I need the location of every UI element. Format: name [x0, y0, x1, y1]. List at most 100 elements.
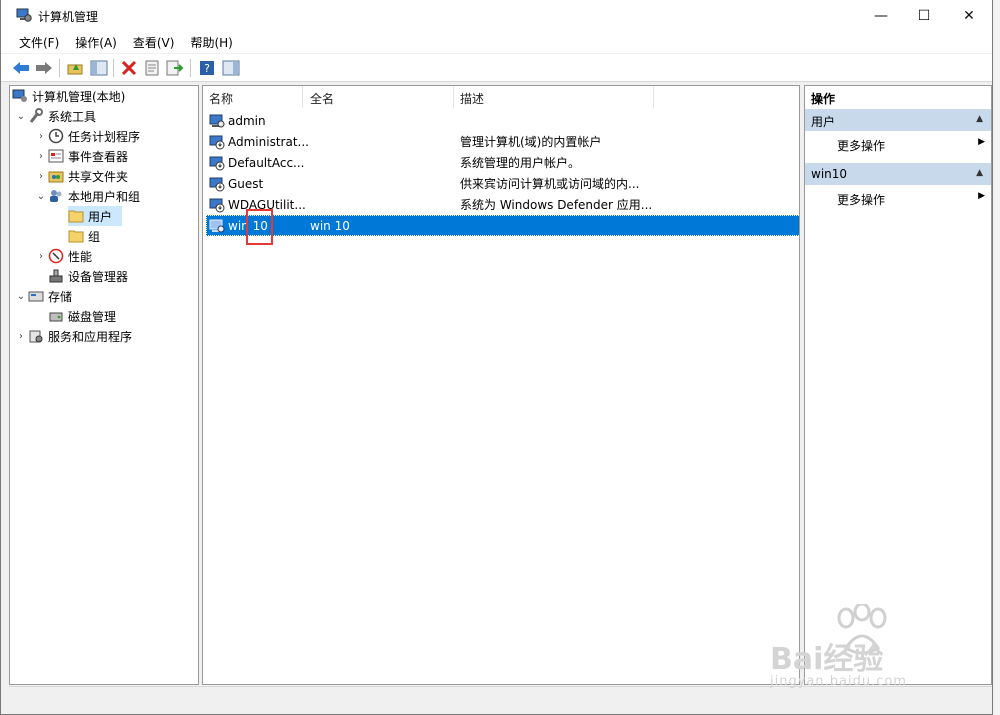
section-label: 用户: [811, 115, 836, 129]
baidu-jingyan-watermark: Bai经验 jingyan.baidu.com: [770, 604, 950, 694]
show-hide-console-tree-icon[interactable]: [89, 58, 109, 78]
tree-label: 计算机管理(本地): [32, 89, 126, 104]
forward-arrow-icon[interactable]: [34, 58, 54, 78]
toolbar: ?: [1, 54, 992, 82]
tree-item-shared-folders[interactable]: › 共享文件夹: [34, 166, 128, 186]
disabled-user-icon: [209, 198, 225, 212]
menu-view[interactable]: 查看(V): [125, 31, 183, 53]
disabled-user-icon: [209, 177, 225, 191]
tree-item-device-manager[interactable]: 设备管理器: [48, 266, 128, 286]
list-item[interactable]: Administrat... 管理计算机(域)的内置帐户: [206, 131, 799, 152]
export-list-icon[interactable]: [165, 58, 185, 78]
tree-item-performance[interactable]: › 性能: [34, 246, 92, 266]
performance-icon: [48, 248, 64, 264]
tree-label: 本地用户和组: [68, 189, 141, 204]
column-header-description[interactable]: 描述: [454, 86, 654, 108]
up-folder-icon[interactable]: [65, 58, 85, 78]
watermark-brand: Bai经验: [770, 642, 884, 677]
list-item[interactable]: Guest 供来宾访问计算机或访问域的内...: [206, 173, 799, 194]
tree-label: 组: [88, 229, 101, 244]
tree-label: 存储: [48, 289, 73, 304]
submenu-arrow-icon: ▶: [978, 137, 985, 147]
more-actions-win10[interactable]: 更多操作 ▶: [805, 187, 991, 209]
list-item[interactable]: admin: [206, 110, 799, 131]
device-manager-icon: [48, 268, 64, 284]
tree-item-storage[interactable]: ⌄ 存储: [14, 286, 72, 306]
tree-label: 事件查看器: [68, 149, 129, 164]
chevron-down-icon[interactable]: ⌄: [34, 191, 48, 202]
action-pane-header: 操作: [811, 92, 836, 106]
column-header-fullname[interactable]: 全名: [304, 86, 454, 108]
action-section-users[interactable]: 用户 ▲: [805, 109, 991, 131]
tree-item-task-scheduler[interactable]: › 任务计划程序: [34, 126, 140, 146]
chevron-down-icon[interactable]: ⌄: [14, 111, 28, 122]
users-list-pane: 名称 全名 描述 admin Administrat... 管理计算机(域)的内…: [202, 85, 800, 685]
user-name: Administrat...: [228, 134, 309, 149]
delete-icon[interactable]: [119, 58, 139, 78]
list-item[interactable]: WDAGUtilit... 系统为 Windows Defender 应用...: [206, 194, 799, 215]
tree-item-root[interactable]: 计算机管理(本地): [12, 86, 125, 106]
toolbar-separator: [113, 59, 114, 77]
tree-label: 任务计划程序: [68, 129, 141, 144]
list-item[interactable]: DefaultAcc... 系统管理的用户帐户。: [206, 152, 799, 173]
user-fullname: win 10: [310, 218, 350, 233]
toolbar-separator: [59, 59, 60, 77]
show-hide-action-pane-icon[interactable]: [221, 58, 241, 78]
maximize-button[interactable]: ☐: [901, 0, 947, 31]
more-actions-label: 更多操作: [837, 139, 886, 153]
collapse-up-icon[interactable]: ▲: [976, 114, 983, 124]
disabled-user-icon: [209, 135, 225, 149]
storage-icon: [28, 288, 44, 304]
tree-item-services-apps[interactable]: › 服务和应用程序: [14, 326, 132, 346]
tree-item-local-users-groups[interactable]: ⌄ 本地用户和组: [34, 186, 140, 206]
chevron-right-icon[interactable]: ›: [34, 131, 48, 142]
user-name: Guest: [228, 176, 264, 191]
list-item-selected[interactable]: win 10 win 10: [206, 215, 799, 236]
back-arrow-icon[interactable]: [11, 58, 31, 78]
menu-help[interactable]: 帮助(H): [182, 31, 240, 53]
user-description: 系统管理的用户帐户。: [460, 156, 581, 170]
more-actions-users[interactable]: 更多操作 ▶: [805, 133, 991, 155]
tree-item-system-tools[interactable]: ⌄ 系统工具: [14, 106, 96, 126]
console-tree-pane: 计算机管理(本地) ⌄ 系统工具 › 任务计划程序 › 事件查看器 › 共享文件…: [9, 85, 199, 685]
folder-icon: [68, 208, 84, 224]
user-description: 系统为 Windows Defender 应用...: [460, 198, 653, 212]
users-group-icon: [48, 188, 64, 204]
collapse-up-icon[interactable]: ▲: [976, 168, 983, 178]
menu-bar: 文件(F) 操作(A) 查看(V) 帮助(H): [1, 31, 992, 53]
chevron-right-icon[interactable]: ›: [34, 151, 48, 162]
chevron-right-icon[interactable]: ›: [34, 171, 48, 182]
section-label: win10: [811, 167, 848, 181]
tree-item-event-viewer[interactable]: › 事件查看器: [34, 146, 128, 166]
help-icon[interactable]: ?: [197, 58, 217, 78]
menu-file[interactable]: 文件(F): [11, 31, 67, 53]
title-bar: 计算机管理 — ☐ ✕: [1, 0, 992, 31]
minimize-button[interactable]: —: [858, 0, 904, 31]
close-button[interactable]: ✕: [946, 0, 992, 31]
shared-folder-icon: [48, 168, 64, 184]
chevron-down-icon[interactable]: ⌄: [14, 291, 28, 302]
user-name: admin: [228, 113, 266, 128]
window-title: 计算机管理: [38, 10, 99, 24]
disabled-user-icon: [209, 156, 225, 170]
chevron-right-icon[interactable]: ›: [34, 251, 48, 262]
tree-label: 共享文件夹: [68, 169, 129, 184]
submenu-arrow-icon: ▶: [978, 191, 985, 201]
tree-item-users[interactable]: 用户: [68, 206, 122, 226]
menu-action[interactable]: 操作(A): [67, 31, 125, 53]
tree-label: 磁盘管理: [68, 309, 117, 324]
tree-item-groups[interactable]: 组: [68, 226, 100, 246]
chevron-right-icon[interactable]: ›: [14, 331, 28, 342]
action-section-win10[interactable]: win10 ▲: [805, 163, 991, 185]
computer-management-icon: [12, 88, 28, 104]
properties-icon[interactable]: [142, 58, 162, 78]
tree-label: 系统工具: [48, 109, 97, 124]
event-viewer-icon: [48, 148, 64, 164]
tree-label: 设备管理器: [68, 269, 129, 284]
user-description: 管理计算机(域)的内置帐户: [460, 135, 602, 149]
toolbar-separator: [190, 59, 191, 77]
services-icon: [28, 328, 44, 344]
tree-item-disk-management[interactable]: 磁盘管理: [48, 306, 116, 326]
column-header-name[interactable]: 名称: [203, 86, 303, 108]
tree-label: 服务和应用程序: [48, 329, 133, 344]
